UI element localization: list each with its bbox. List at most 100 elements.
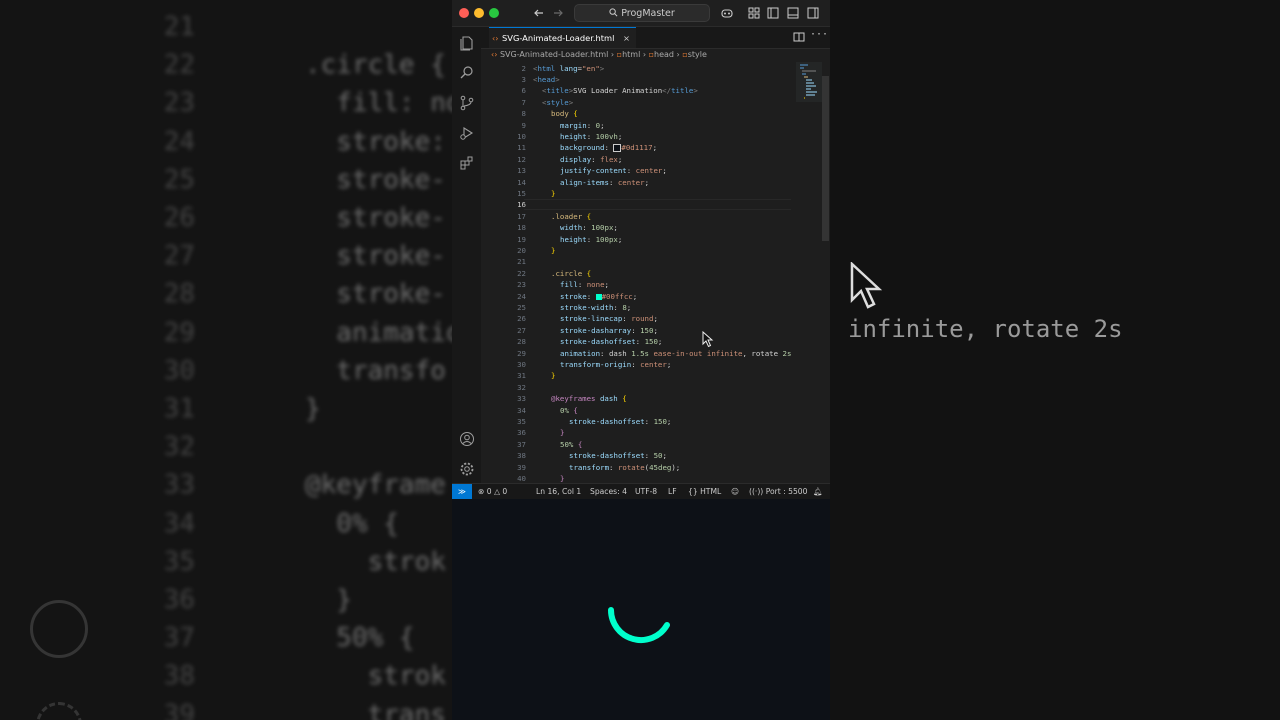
editor-window: ProgMaster ‹› SVG-Animated-Loader.html ×… xyxy=(452,0,830,720)
code-editor[interactable]: 2 <html lang="en"> 3 <head> 6 <title>SVG Load… xyxy=(481,62,821,483)
line-number: 24 xyxy=(517,291,526,301)
background-code-line: 27 stroke- xyxy=(163,241,446,272)
line-number: 16 xyxy=(517,200,526,210)
copilot-status-icon[interactable]: ☺ xyxy=(731,484,739,499)
split-editor-icon[interactable] xyxy=(793,31,805,43)
line-number: 9 xyxy=(521,120,526,130)
code-line: stroke-width: 8; xyxy=(560,302,632,312)
code-line: } xyxy=(551,245,556,255)
code-line: <title>SVG Loader Animation</title> xyxy=(542,86,698,96)
breadcrumb-html-file-icon: ‹› xyxy=(491,50,498,59)
line-number: 31 xyxy=(517,371,526,381)
background-code-line: 26 stroke- xyxy=(163,203,446,233)
status-bar: ≫ ⊗ 0 △ 0 Ln 16, Col 1 Spaces: 4 UTF-8 L… xyxy=(452,483,830,499)
extensions-icon[interactable] xyxy=(459,155,475,171)
code-line: <style> xyxy=(542,97,574,107)
line-number: 21 xyxy=(517,257,526,267)
line-number: 22 xyxy=(517,268,526,278)
error-icon: ⊗ xyxy=(478,487,485,496)
line-number: 36 xyxy=(517,428,526,438)
code-line: stroke: #00ffcc; xyxy=(560,291,638,301)
background-cursor-icon xyxy=(850,262,882,309)
background-code-line: 24 stroke: xyxy=(163,126,446,157)
line-number: 19 xyxy=(517,234,526,244)
code-line: justify-content: center; xyxy=(560,166,667,176)
end-of-line[interactable]: LF xyxy=(668,484,677,499)
search-sidebar-icon[interactable] xyxy=(459,65,475,81)
problems-indicator[interactable]: ⊗ 0 △ 0 xyxy=(478,484,507,499)
background-right-code-text: infinite, rotate 2s xyxy=(848,315,1123,343)
vertical-scrollbar[interactable] xyxy=(822,76,829,241)
line-number: 39 xyxy=(517,462,526,472)
background-code-line: 34 0% { xyxy=(163,508,399,539)
background-right-panel xyxy=(830,0,1280,720)
close-window-button[interactable] xyxy=(459,8,469,18)
code-line: 0% { xyxy=(560,405,578,415)
line-number: 15 xyxy=(517,188,526,198)
toggle-sidebar-icon[interactable] xyxy=(766,6,780,20)
warning-icon: △ xyxy=(494,487,500,496)
forward-arrow-icon[interactable] xyxy=(551,6,565,20)
code-line: margin: 0; xyxy=(560,120,605,130)
indentation[interactable]: Spaces: 4 xyxy=(590,484,627,499)
tab-label: SVG-Animated-Loader.html xyxy=(502,33,615,43)
code-line: } xyxy=(560,473,565,483)
search-label: ProgMaster xyxy=(621,8,675,19)
background-code-line: 31} xyxy=(163,394,321,424)
tab-close-icon[interactable]: × xyxy=(623,33,630,43)
live-server-port[interactable]: ((·)) Port : 5500 xyxy=(749,484,807,499)
breadcrumb-separator: › xyxy=(642,50,647,59)
account-icon[interactable] xyxy=(459,431,475,447)
breadcrumb-style[interactable]: style xyxy=(688,50,707,59)
command-center-search[interactable]: ProgMaster xyxy=(574,4,710,22)
breadcrumb-html[interactable]: html xyxy=(622,50,640,59)
back-arrow-icon[interactable] xyxy=(532,6,546,20)
tab-svg-animated-loader[interactable]: ‹› SVG-Animated-Loader.html × xyxy=(489,27,636,48)
code-line: } xyxy=(551,188,556,198)
mouse-pointer-icon xyxy=(702,331,714,348)
toggle-secondary-sidebar-icon[interactable] xyxy=(806,6,820,20)
code-line: transform-origin: center; xyxy=(560,359,672,369)
line-number: 29 xyxy=(517,348,526,358)
error-count: 0 xyxy=(486,487,492,496)
breadcrumb: ‹› SVG-Animated-Loader.html › ▫html › ▫h… xyxy=(481,48,830,62)
copilot-icon[interactable] xyxy=(720,6,734,20)
line-number: 23 xyxy=(517,280,526,290)
line-number: 10 xyxy=(517,131,526,141)
settings-gear-icon[interactable] xyxy=(459,461,475,477)
encoding[interactable]: UTF-8 xyxy=(635,484,657,499)
code-line: fill: none; xyxy=(560,280,609,290)
cursor-position[interactable]: Ln 16, Col 1 xyxy=(536,484,581,499)
line-number: 40 xyxy=(517,473,526,483)
minimize-window-button[interactable] xyxy=(474,8,484,18)
code-line: stroke-linecap: round; xyxy=(560,314,658,324)
line-number: 26 xyxy=(517,314,526,324)
explorer-icon[interactable] xyxy=(459,35,475,51)
line-number: 8 xyxy=(521,109,526,119)
line-number: 3 xyxy=(521,74,526,84)
editor-tabs: ‹› SVG-Animated-Loader.html × ··· xyxy=(481,27,830,49)
more-actions-icon[interactable]: ··· xyxy=(810,29,828,40)
code-line: align-items: center; xyxy=(560,177,650,187)
remote-indicator-icon[interactable]: ≫ xyxy=(452,484,472,499)
layout-grid-icon[interactable] xyxy=(747,6,761,20)
html-file-icon: ‹› xyxy=(492,34,499,43)
language-mode[interactable]: {} HTML xyxy=(688,484,721,499)
toggle-panel-icon[interactable] xyxy=(786,6,800,20)
breadcrumb-head[interactable]: head xyxy=(654,50,674,59)
source-control-icon[interactable] xyxy=(459,95,475,111)
line-number: 28 xyxy=(517,337,526,347)
notifications-bell-icon[interactable]: 🔔︎ xyxy=(813,484,823,499)
minimap[interactable] xyxy=(796,62,822,483)
code-line: stroke-dashoffset: 150; xyxy=(560,337,663,347)
language-label: HTML xyxy=(700,487,722,496)
background-code-line: 28 stroke- xyxy=(163,279,446,310)
line-number: 18 xyxy=(517,223,526,233)
line-number: 2 xyxy=(521,63,526,73)
code-line: stroke-dashoffset: 150; xyxy=(569,416,672,426)
breadcrumb-file[interactable]: SVG-Animated-Loader.html xyxy=(500,50,608,59)
maximize-window-button[interactable] xyxy=(489,8,499,18)
code-line: display: flex; xyxy=(560,154,623,164)
run-debug-icon[interactable] xyxy=(459,125,475,141)
background-code-line: 29 animatio xyxy=(163,317,462,348)
